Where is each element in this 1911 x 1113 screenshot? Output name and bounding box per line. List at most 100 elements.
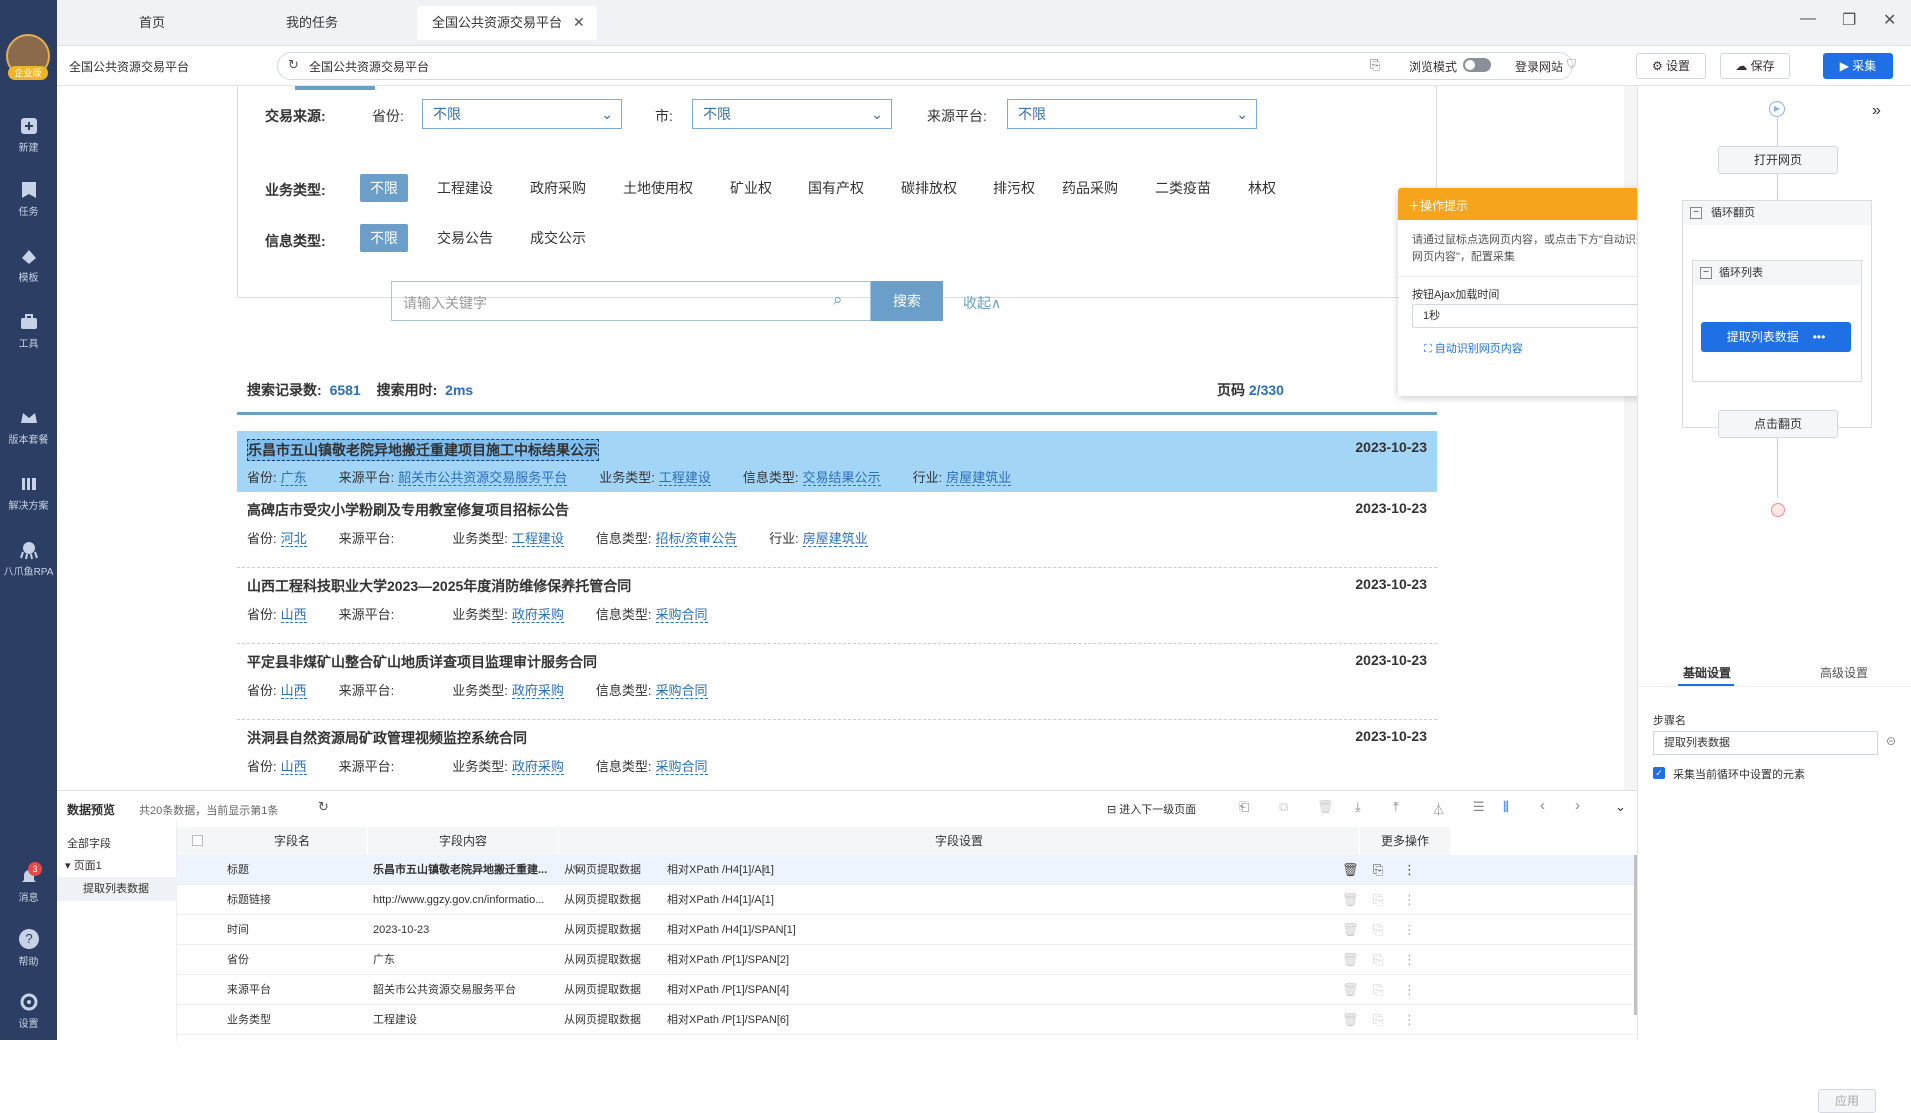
field-row[interactable]: 业务类型 工程建设 从网页提取数据 相对XPath/P[1]/SPAN[6] 🗑 ⎘ ⋮ xyxy=(177,1005,1637,1035)
delete-icon[interactable]: 🗑 xyxy=(1342,1005,1359,1035)
all-fields[interactable]: 全部字段 xyxy=(67,835,111,851)
flow-extract-list[interactable]: 提取列表数据 ••• xyxy=(1701,322,1851,352)
meta-value[interactable]: 房屋建筑业 xyxy=(802,531,868,547)
tab-advanced-settings[interactable]: 高级设置 xyxy=(1820,664,1868,681)
sidebar-item-task[interactable]: 任务 xyxy=(0,180,57,218)
edit-field-icon[interactable]: ⎘ xyxy=(1373,1005,1383,1035)
biz-option[interactable]: 不限 xyxy=(360,174,408,202)
more-vertical-icon[interactable]: ⋮ xyxy=(1403,1005,1416,1035)
result-item[interactable]: 平定县非煤矿山整合矿山地质详查项目监理审计服务合同 2023-10-23 省份: 山西… xyxy=(237,644,1437,720)
tab-basic-settings[interactable]: 基础设置 xyxy=(1683,664,1731,681)
info-option[interactable]: 不限 xyxy=(360,224,408,252)
tab-close-icon[interactable]: ✕ xyxy=(573,14,585,31)
more-vertical-icon[interactable]: ⋮ xyxy=(1403,885,1416,915)
delete-icon[interactable]: 🗑 xyxy=(1342,975,1359,1005)
edit-field-icon[interactable]: ⎘ xyxy=(1373,885,1383,915)
collapse-square-icon[interactable]: − xyxy=(1690,207,1702,219)
result-title[interactable]: 高碑店市受灾小学粉刷及专用教室修复项目招标公告 xyxy=(247,500,569,520)
copy-icon[interactable]: ⧉ xyxy=(1279,799,1288,815)
more-vertical-icon[interactable]: ⋮ xyxy=(1403,945,1416,975)
biz-option[interactable]: 矿业权 xyxy=(724,174,778,202)
settings-button[interactable]: ⚙ 设置 xyxy=(1636,53,1706,79)
delete-icon[interactable]: 🗑 xyxy=(1342,915,1359,945)
result-item[interactable]: 高碑店市受灾小学粉刷及专用教室修复项目招标公告 2023-10-23 省份: 河北 来源… xyxy=(237,492,1437,568)
step-name-input[interactable]: 提取列表数据 xyxy=(1653,731,1878,755)
sidebar-item-tools[interactable]: 工具 xyxy=(0,312,57,350)
sidebar-item-new[interactable]: 新建 xyxy=(0,116,57,154)
flow-open-page[interactable]: 打开网页 xyxy=(1718,146,1838,174)
info-option[interactable]: 成交公示 xyxy=(524,224,592,252)
meta-value[interactable]: 交易结果公示 xyxy=(802,470,881,486)
platform-select[interactable]: 不限 ⌄ xyxy=(1007,99,1257,129)
collapse-square-icon[interactable]: − xyxy=(1700,267,1712,279)
flow-next-page[interactable]: 点击翻页 xyxy=(1718,410,1838,438)
field-row[interactable]: 标题 乐昌市五山镇敬老院异地搬迁重建... ✎ ▾ 从网页提取数据 相对XPath/H4[… xyxy=(177,855,1637,885)
meta-value[interactable]: 采购合同 xyxy=(655,759,708,775)
meta-value[interactable]: 山西 xyxy=(280,607,307,623)
field-row[interactable]: 时间 2023-10-23 从网页提取数据 相对XPath/H4[1]/SPAN[1]… xyxy=(177,915,1637,945)
meta-value[interactable]: 韶关市公共资源交易服务平台 xyxy=(398,470,568,486)
loop-list-header[interactable]: 循环列表 xyxy=(1693,261,1861,285)
list-view-icon[interactable]: ☰ xyxy=(1473,799,1485,815)
result-title[interactable]: 平定县非煤矿山整合矿山地质详查项目监理审计服务合同 xyxy=(247,652,597,672)
maximize-icon[interactable]: ❐ xyxy=(1842,10,1856,30)
field-source[interactable]: 从网页提取数据 xyxy=(564,855,641,885)
enter-next-level[interactable]: ⊟ 进入下一级页面 xyxy=(1107,801,1196,817)
more-vertical-icon[interactable]: ⋮ xyxy=(1403,855,1416,885)
info-option[interactable]: 交易公告 xyxy=(431,224,499,252)
delete-icon[interactable]: 🗑 xyxy=(1342,945,1359,975)
select-all-checkbox[interactable] xyxy=(191,835,203,846)
refresh-icon[interactable]: ↻ xyxy=(288,57,299,73)
search-button[interactable]: 搜索 xyxy=(871,281,943,321)
meta-value[interactable]: 工程建设 xyxy=(511,531,564,547)
more-vertical-icon[interactable]: ⋮ xyxy=(1403,975,1416,1005)
loop-page-header[interactable]: 循环翻页 xyxy=(1683,201,1871,225)
result-title[interactable]: 洪洞县自然资源局矿政管理视频监控系统合同 xyxy=(247,728,527,748)
page-info-icon[interactable]: ⎘ xyxy=(1370,57,1380,73)
meta-value[interactable]: 河北 xyxy=(280,531,307,547)
scrollbar[interactable] xyxy=(1634,855,1637,1015)
meta-value[interactable]: 广东 xyxy=(280,470,307,486)
sidebar-item-plans[interactable]: 版本套餐 xyxy=(0,408,57,446)
biz-option[interactable]: 排污权 xyxy=(987,174,1041,202)
biz-option[interactable]: 政府采购 xyxy=(524,174,592,202)
biz-option[interactable]: 林权 xyxy=(1242,174,1282,202)
edit-circle-icon[interactable]: ⊝ xyxy=(1886,734,1896,748)
more-icon[interactable]: ••• xyxy=(1813,330,1826,344)
sidebar-item-help[interactable]: ? 帮助 xyxy=(0,928,57,968)
edit-field-icon[interactable]: ⎘ xyxy=(1373,855,1383,885)
delete-icon[interactable]: 🗑 xyxy=(1342,855,1359,885)
collapse-panel-icon[interactable]: ⌄ xyxy=(1615,799,1626,815)
biz-option[interactable]: 药品采购 xyxy=(1056,174,1124,202)
collect-button[interactable]: ▶ 采集 xyxy=(1823,53,1893,79)
expand-icon[interactable]: » xyxy=(1872,102,1881,120)
collect-elements-checkbox[interactable]: ✓ xyxy=(1653,767,1665,779)
edit-field-icon[interactable]: ⎘ xyxy=(1373,945,1383,975)
biz-option[interactable]: 工程建设 xyxy=(431,174,499,202)
meta-value[interactable]: 工程建设 xyxy=(658,470,711,486)
browse-mode-toggle[interactable] xyxy=(1463,58,1491,72)
field-row[interactable]: 标题链接 http://www.ggzy.gov.cn/informatio...… xyxy=(177,885,1637,915)
meta-value[interactable]: 政府采购 xyxy=(511,607,564,623)
auto-detect-link[interactable]: ⛶ 自动识别网页内容 xyxy=(1424,340,1523,356)
city-select[interactable]: 不限 ⌄ xyxy=(692,99,892,129)
meta-value[interactable]: 招标/资审公告 xyxy=(655,531,738,547)
field-row[interactable]: 省份 广东 从网页提取数据 相对XPath/P[1]/SPAN[2] 🗑 ⎘ ⋮ xyxy=(177,945,1637,975)
biz-option[interactable]: 土地使用权 xyxy=(617,174,699,202)
delete-icon[interactable]: 🗑 xyxy=(1342,885,1359,915)
meta-value[interactable]: 房屋建筑业 xyxy=(946,470,1012,486)
result-item[interactable]: 乐昌市五山镇敬老院异地搬迁重建项目施工中标结果公示 2023-10-23 省份: 广东… xyxy=(237,431,1437,492)
biz-option[interactable]: 二类疫苗 xyxy=(1149,174,1217,202)
tree-extract-list[interactable]: 提取列表数据 xyxy=(57,877,177,901)
apply-button[interactable]: 应用 xyxy=(1818,1089,1876,1113)
field-source[interactable]: 从网页提取数据 xyxy=(564,1005,641,1035)
save-button[interactable]: ☁ 保存 xyxy=(1720,53,1790,79)
meta-value[interactable]: 政府采购 xyxy=(511,759,564,775)
minimize-icon[interactable]: — xyxy=(1800,10,1816,28)
province-select[interactable]: 不限 ⌄ xyxy=(422,99,622,129)
biz-option[interactable]: 国有产权 xyxy=(802,174,870,202)
sidebar-item-settings[interactable]: 设置 xyxy=(0,992,57,1030)
refresh-icon[interactable]: ↻ xyxy=(318,799,329,815)
edit-field-icon[interactable]: ⎘ xyxy=(1373,915,1383,945)
edit-field-icon[interactable]: ⎘ xyxy=(1373,975,1383,1005)
